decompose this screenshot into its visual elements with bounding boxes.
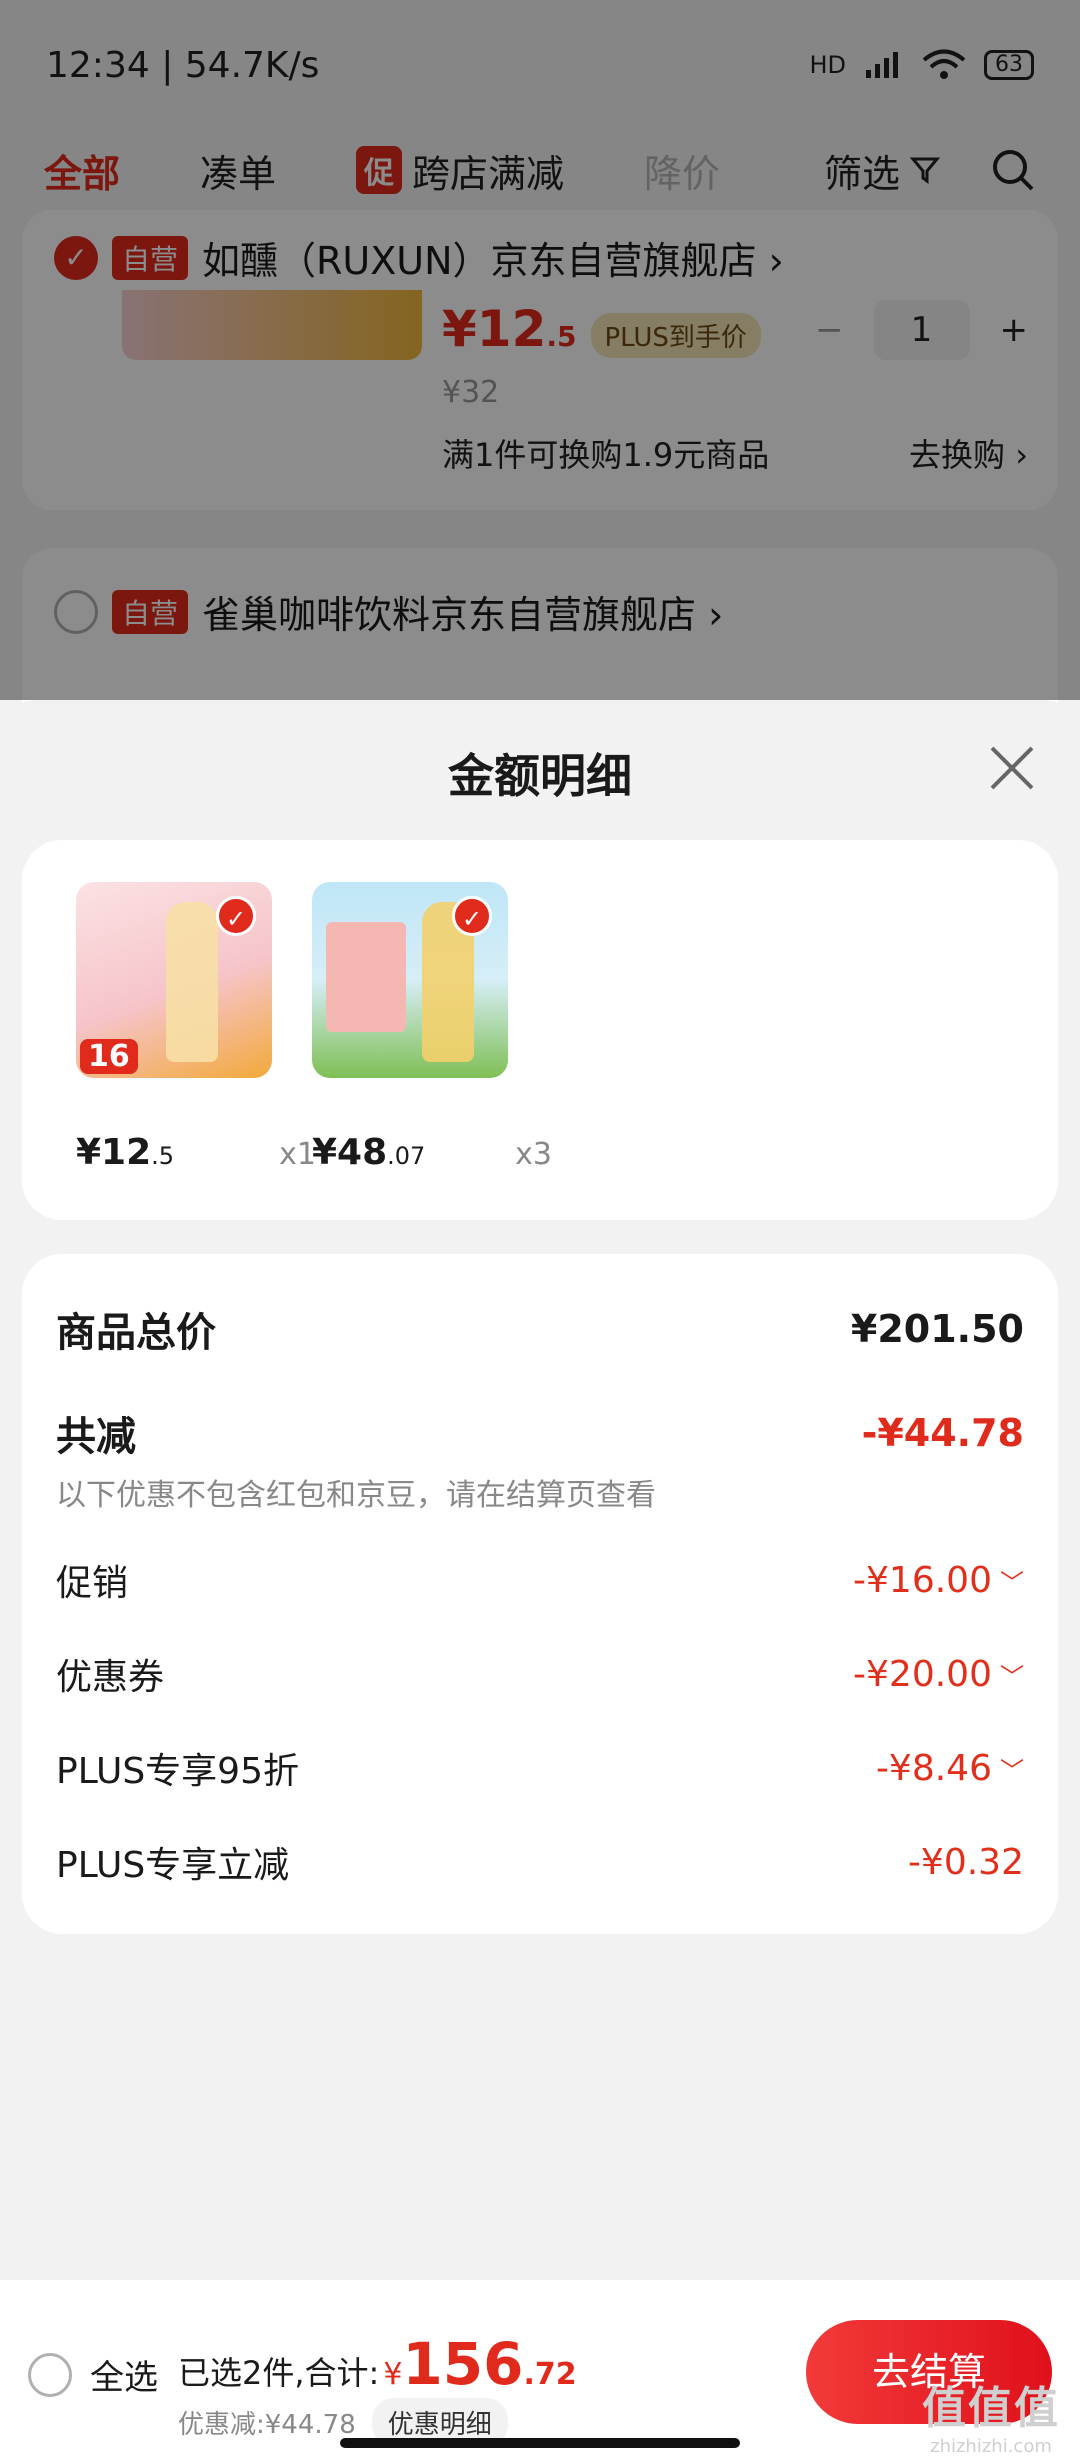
select-all-checkbox[interactable] [28,2352,72,2397]
goods-quantity: x1 [279,1137,316,1172]
checkout-bar: 全选 已选2件,合计: ¥ 156 .72 优惠减:¥44.78 优惠明细 去结… [0,2280,1080,2460]
plus-instant-row: PLUS专享立减 -¥0.32 [56,1836,1024,1888]
package-image [326,922,406,1032]
goods-price: ¥48.07 [312,1132,425,1173]
summary-label: 已选2件,合计: [178,2354,380,2392]
modal-overlay[interactable] [0,0,1080,700]
select-all[interactable]: 全选 [28,2350,158,2399]
plus-discount-row[interactable]: PLUS专享95折 -¥8.46 ﹀ [56,1742,1024,1794]
selected-check-icon: ✓ [452,896,492,936]
bottle-image [166,902,218,1062]
goods-quantity: x3 [515,1137,552,1172]
discount-amount: 优惠减:¥44.78 [178,2410,356,2440]
coupon-value: -¥20.00 ﹀ [853,1654,1024,1695]
goods-price-int: ¥12 [76,1132,152,1173]
total-summary: 已选2件,合计: ¥ 156 .72 [178,2330,577,2398]
reduction-value: -¥44.78 [861,1411,1024,1455]
goods-image: ✓ 16 [76,882,272,1078]
goods-item[interactable]: ✓ 16 ¥12.5 x1 [76,882,316,1173]
chevron-down-icon: ﹀ [1000,1756,1024,1785]
promo-label: 促销 [56,1563,129,1604]
total-dec: .72 [523,2357,577,2392]
reduction-row: 共减 -¥44.78 [56,1404,1024,1462]
coupon-row[interactable]: 优惠券 -¥20.00 ﹀ [56,1648,1024,1700]
plus-instant-label: PLUS专享立减 [56,1845,290,1886]
close-icon[interactable] [984,740,1040,796]
total-price-row: 商品总价 ¥201.50 [56,1300,1024,1358]
goods-item[interactable]: ✓ ¥48.07 x3 [312,882,552,1173]
selected-goods-card: ✓ 16 ¥12.5 x1 ✓ ¥48.07 x3 [22,840,1058,1220]
goods-meta: ¥48.07 x3 [312,1132,552,1173]
total-price-value: ¥201.50 [850,1307,1024,1351]
home-indicator[interactable] [340,2438,740,2448]
amount-detail-sheet: 金额明细 ✓ 16 ¥12.5 x1 ✓ ¥48.07 x3 商品总价 ¥201… [0,700,1080,2460]
goods-image: ✓ [312,882,508,1078]
amount-detail-card: 商品总价 ¥201.50 共减 -¥44.78 以下优惠不包含红包和京豆，请在结… [22,1254,1058,1934]
reduction-label: 共减 [56,1414,136,1460]
select-all-label: 全选 [90,2358,158,2398]
price-badge: 16 [80,1039,138,1074]
goods-price: ¥12.5 [76,1132,174,1173]
plus-discount-label: PLUS专享95折 [56,1751,299,1792]
goods-price-int: ¥48 [312,1132,388,1173]
promo-amount: -¥16.00 [853,1559,992,1601]
currency-symbol: ¥ [383,2357,403,2392]
selected-check-icon: ✓ [216,896,256,936]
plus-instant-value: -¥0.32 [907,1841,1024,1883]
reduction-note: 以下优惠不包含红包和京豆，请在结算页查看 [56,1478,656,1513]
plus-discount-value: -¥8.46 ﹀ [876,1748,1024,1789]
watermark-site: zhizhizhi.com [930,2436,1052,2457]
goods-price-dec: .5 [151,1142,175,1170]
plus-discount-amount: -¥8.46 [875,1747,992,1789]
watermark-logo: 值值值 zhizhizhi.com [922,2372,1060,2457]
promo-row[interactable]: 促销 -¥16.00 ﹀ [56,1554,1024,1606]
chevron-down-icon: ﹀ [1000,1568,1024,1597]
coupon-amount: -¥20.00 [853,1653,992,1695]
promo-value: -¥16.00 ﹀ [853,1560,1024,1601]
chevron-down-icon: ﹀ [1000,1662,1024,1691]
watermark-text: 值值值 [922,2383,1060,2434]
sheet-title: 金额明细 [448,749,632,803]
coupon-label: 优惠券 [56,1657,165,1698]
goods-price-dec: .07 [387,1142,426,1170]
goods-meta: ¥12.5 x1 [76,1132,316,1173]
total-int: 156 [402,2330,524,2398]
total-price-label: 商品总价 [56,1310,216,1356]
